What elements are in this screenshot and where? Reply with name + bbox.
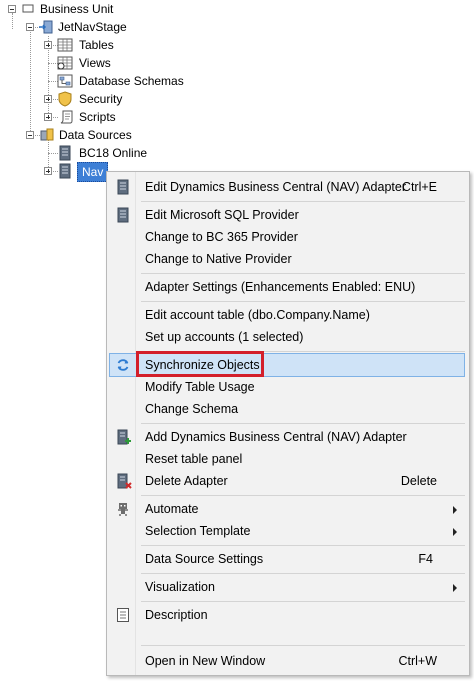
expand-icon[interactable] bbox=[44, 41, 52, 49]
description-icon bbox=[117, 608, 129, 622]
menu-item-label: Automate bbox=[145, 502, 199, 516]
menu-item-data-source-settings[interactable]: Data Source Settings F4 bbox=[109, 548, 465, 570]
menu-separator bbox=[141, 201, 465, 202]
nav-adapter-icon bbox=[59, 163, 71, 179]
view-icon bbox=[57, 56, 73, 70]
tree-node-label: JetNavStage bbox=[58, 20, 127, 34]
menu-item-label: Selection Template bbox=[145, 524, 251, 538]
menu-separator bbox=[141, 545, 465, 546]
tree-node-label: Database Schemas bbox=[79, 74, 184, 88]
collapse-icon[interactable] bbox=[8, 5, 16, 13]
menu-item-label: Open in New Window bbox=[145, 654, 266, 668]
tree-node-label: Views bbox=[79, 56, 111, 70]
menu-separator bbox=[141, 495, 465, 496]
schema-icon bbox=[57, 74, 73, 88]
menu-item-label: Change to Native Provider bbox=[145, 252, 292, 266]
menu-item-label: Add Dynamics Business Central (NAV) Adap… bbox=[145, 430, 407, 444]
object-tree: Business Unit JetNavStage Tables Views D… bbox=[0, 0, 474, 190]
menu-item-label: Change to BC 365 Provider bbox=[145, 230, 298, 244]
menu-item-label: Change Schema bbox=[145, 402, 239, 416]
menu-item-visualization[interactable]: Visualization bbox=[109, 576, 465, 598]
submenu-arrow-icon bbox=[453, 528, 457, 536]
expand-icon[interactable] bbox=[44, 95, 52, 103]
menu-item-add-dynamics-adapter[interactable]: Add Dynamics Business Central (NAV) Adap… bbox=[109, 426, 465, 448]
menu-separator bbox=[141, 645, 465, 646]
expand-icon[interactable] bbox=[44, 113, 52, 121]
menu-item-change-native[interactable]: Change to Native Provider bbox=[109, 248, 465, 270]
menu-item-modify-table-usage[interactable]: Modify Table Usage bbox=[109, 376, 465, 398]
submenu-arrow-icon bbox=[453, 506, 457, 514]
menu-separator bbox=[141, 573, 465, 574]
menu-item-delete-adapter[interactable]: Delete Adapter Delete bbox=[109, 470, 465, 492]
business-unit-icon bbox=[22, 4, 34, 13]
tree-node-label: Tables bbox=[79, 38, 114, 52]
menu-item-edit-dynamics-adapter[interactable]: Edit Dynamics Business Central (NAV) Ada… bbox=[109, 176, 465, 198]
tree-node-label: Nav bbox=[77, 162, 109, 182]
nav-adapter-icon bbox=[117, 179, 129, 195]
collapse-icon[interactable] bbox=[26, 131, 34, 139]
menu-item-label: Description bbox=[145, 608, 208, 622]
tree-node-label: Scripts bbox=[79, 110, 116, 124]
script-icon bbox=[60, 110, 73, 124]
sync-icon bbox=[117, 359, 129, 371]
highlight-callout-box bbox=[136, 351, 264, 377]
database-link-icon bbox=[39, 20, 53, 34]
menu-item-label: Modify Table Usage bbox=[145, 380, 255, 394]
menu-item-shortcut: Ctrl+W bbox=[398, 654, 437, 668]
data-sources-icon bbox=[40, 128, 54, 141]
menu-item-label: Visualization bbox=[145, 580, 215, 594]
delete-adapter-icon bbox=[117, 473, 132, 489]
menu-separator bbox=[141, 601, 465, 602]
menu-item-set-up-accounts[interactable]: Set up accounts (1 selected) bbox=[109, 326, 465, 348]
menu-item-label: Reset table panel bbox=[145, 452, 243, 466]
tree-node-label: Data Sources bbox=[59, 128, 132, 142]
menu-item-adapter-settings[interactable]: Adapter Settings (Enhancements Enabled: … bbox=[109, 276, 465, 298]
collapse-icon[interactable] bbox=[26, 23, 34, 31]
table-icon bbox=[57, 38, 73, 52]
robot-icon bbox=[118, 503, 128, 516]
menu-item-label: Edit account table (dbo.Company.Name) bbox=[145, 308, 370, 322]
tree-connector bbox=[12, 13, 13, 29]
menu-item-selection-template[interactable]: Selection Template bbox=[109, 520, 465, 542]
menu-separator bbox=[141, 301, 465, 302]
submenu-arrow-icon bbox=[453, 584, 457, 592]
add-adapter-icon bbox=[117, 429, 131, 445]
menu-item-edit-account-table[interactable]: Edit account table (dbo.Company.Name) bbox=[109, 304, 465, 326]
expand-icon[interactable] bbox=[44, 167, 52, 175]
nav-adapter-icon bbox=[117, 207, 129, 223]
menu-item-shortcut: F4 bbox=[418, 552, 433, 566]
menu-item-reset-table-panel[interactable]: Reset table panel bbox=[109, 448, 465, 470]
menu-item-label: Delete Adapter bbox=[145, 474, 228, 488]
tree-node-label: Security bbox=[79, 92, 123, 106]
menu-item-description[interactable]: Description bbox=[109, 604, 465, 626]
menu-item-label: Edit Dynamics Business Central (NAV) Ada… bbox=[145, 180, 406, 194]
menu-item-open-new-window[interactable]: Open in New Window Ctrl+W bbox=[109, 650, 465, 672]
menu-item-change-bc365[interactable]: Change to BC 365 Provider bbox=[109, 226, 465, 248]
menu-item-label: Edit Microsoft SQL Provider bbox=[145, 208, 299, 222]
context-menu: Edit Dynamics Business Central (NAV) Ada… bbox=[106, 171, 470, 676]
tree-connector bbox=[48, 153, 58, 154]
nav-adapter-icon bbox=[59, 145, 71, 161]
tree-node-label: BC18 Online bbox=[79, 146, 148, 160]
menu-separator bbox=[141, 273, 465, 274]
menu-item-label: Data Source Settings bbox=[145, 552, 264, 566]
menu-item-shortcut: Delete bbox=[400, 474, 437, 488]
shield-icon bbox=[58, 91, 72, 107]
menu-item-label: Set up accounts (1 selected) bbox=[145, 330, 304, 344]
tree-connector bbox=[30, 32, 31, 135]
menu-item-automate[interactable]: Automate bbox=[109, 498, 465, 520]
menu-item-change-schema[interactable]: Change Schema bbox=[109, 398, 465, 420]
menu-item-label: Adapter Settings (Enhancements Enabled: … bbox=[145, 280, 416, 294]
menu-item-shortcut: Ctrl+E bbox=[401, 180, 437, 194]
menu-item-edit-sql-provider[interactable]: Edit Microsoft SQL Provider bbox=[109, 204, 465, 226]
menu-separator bbox=[141, 423, 465, 424]
tree-node-label: Business Unit bbox=[40, 2, 114, 16]
